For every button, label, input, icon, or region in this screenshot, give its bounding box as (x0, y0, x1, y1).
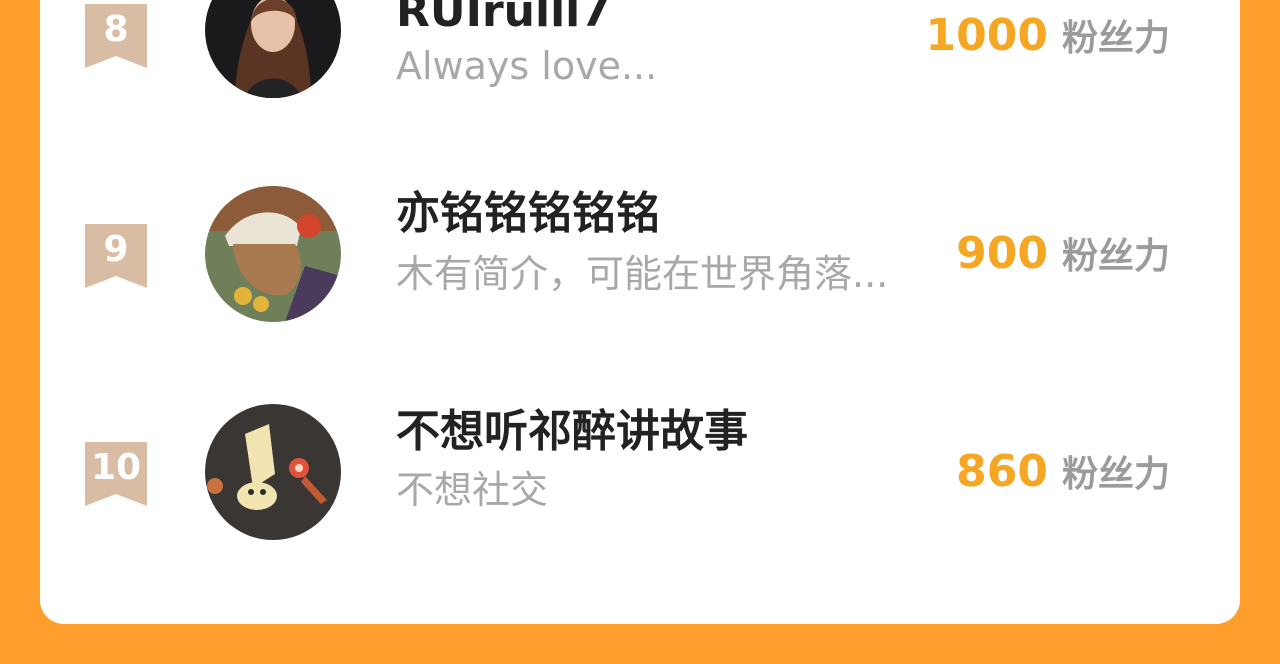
fans-power-value: 860 (956, 446, 1048, 497)
rank-number: 8 (103, 9, 129, 50)
ranking-row[interactable]: 10 不想听祁醉讲故事 不想社交 860 粉丝力 (40, 404, 1240, 544)
user-bio: 不想社交 (396, 468, 549, 512)
ranking-row[interactable]: 8 RUIrulll7 Always love... 1000 粉丝力 (40, 0, 1240, 110)
fans-power-unit: 粉丝力 (1061, 454, 1170, 495)
rank-number: 9 (103, 229, 129, 270)
user-avatar[interactable] (205, 0, 341, 98)
fans-power-value: 900 (956, 228, 1048, 279)
rank-number: 10 (90, 447, 142, 488)
fans-power-value: 1000 (925, 10, 1048, 61)
username[interactable]: 亦铭铭铭铭铭 (396, 186, 660, 242)
ranking-row[interactable]: 9 亦铭铭铭铭铭 木有简介，可能在世界角落... 900 粉丝力 (40, 186, 1240, 326)
comic-character-avatar-icon (205, 186, 341, 322)
username[interactable]: RUIrulll7 (396, 0, 611, 40)
woman-portrait-avatar-icon (205, 0, 341, 98)
rank-badge: 8 (85, 4, 147, 68)
ranking-card: 8 RUIrulll7 Always love... 1000 粉丝力 9 亦铭… (40, 0, 1240, 624)
fans-power-unit: 粉丝力 (1061, 236, 1170, 277)
fans-power: 900 粉丝力 (956, 226, 1170, 291)
user-avatar[interactable] (205, 404, 341, 540)
user-bio: Always love... (396, 44, 658, 88)
user-bio: 木有简介，可能在世界角落... (396, 252, 889, 296)
cartoon-animal-avatar-icon (205, 404, 341, 540)
rank-badge: 9 (85, 224, 147, 288)
username[interactable]: 不想听祁醉讲故事 (396, 404, 748, 460)
fans-power: 860 粉丝力 (956, 444, 1170, 509)
fans-power-unit: 粉丝力 (1061, 18, 1170, 59)
rank-badge: 10 (85, 442, 147, 506)
user-avatar[interactable] (205, 186, 341, 322)
fans-power: 1000 粉丝力 (926, 8, 1170, 73)
